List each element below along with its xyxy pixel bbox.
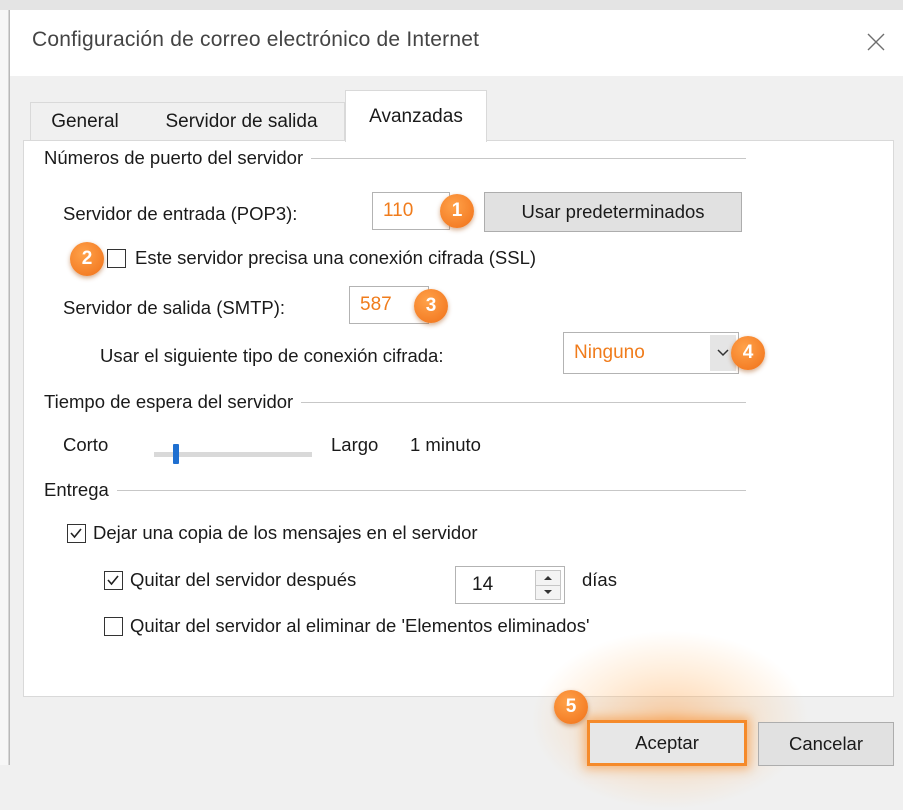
incoming-port-value: 110: [383, 200, 414, 221]
step-badge-1: 1: [440, 194, 474, 228]
days-label: días: [582, 569, 617, 590]
remove-after-days-value: 14: [472, 574, 494, 595]
group-divider: [301, 401, 746, 403]
email-settings-dialog: Configuración de correo electrónico de I…: [9, 10, 903, 810]
close-button[interactable]: [856, 22, 896, 62]
group-divider: [311, 157, 746, 159]
spin-up-icon[interactable]: [536, 571, 560, 586]
incoming-server-label: Servidor de entrada (POP3):: [63, 203, 298, 224]
leave-copy-checkbox[interactable]: [67, 524, 86, 543]
cancel-button[interactable]: Cancelar: [758, 722, 894, 766]
step-badge-5: 5: [554, 690, 588, 724]
ssl-checkbox[interactable]: [107, 249, 126, 268]
tab-outgoing-server[interactable]: Servidor de salida: [139, 102, 345, 141]
timeout-group-title: Tiempo de espera del servidor: [44, 391, 294, 412]
close-icon: [867, 33, 885, 51]
leave-copy-label: Dejar una copia de los mensajes en el se…: [93, 522, 478, 543]
timeout-short-label: Corto: [63, 434, 109, 455]
tab-advanced[interactable]: Avanzadas: [345, 90, 487, 142]
title-bar: Configuración de correo electrónico de I…: [10, 10, 903, 76]
step-badge-3: 3: [414, 289, 448, 323]
outgoing-port-value: 587: [360, 294, 392, 315]
ssl-checkbox-label: Este servidor precisa una conexión cifra…: [135, 247, 537, 268]
timeout-long-label: Largo: [331, 434, 379, 455]
tab-general[interactable]: General: [30, 102, 140, 141]
ports-group-title: Números de puerto del servidor: [44, 147, 304, 168]
encryption-type-value: Ninguno: [574, 342, 645, 363]
remove-deleted-label: Quitar del servidor al eliminar de 'Elem…: [130, 615, 590, 636]
timeout-group-header: Tiempo de espera del servidor: [44, 391, 746, 413]
checkmark-icon: [70, 528, 82, 539]
remove-after-checkbox[interactable]: [104, 571, 123, 590]
timeout-slider-thumb[interactable]: [173, 444, 179, 464]
incoming-port-input[interactable]: 110: [372, 192, 450, 230]
outgoing-server-label: Servidor de salida (SMTP):: [63, 297, 286, 318]
step-badge-4: 4: [731, 336, 765, 370]
timeout-value-label: 1 minuto: [410, 434, 481, 455]
remove-after-label: Quitar del servidor después: [130, 569, 357, 590]
background-window-edge: [0, 10, 9, 765]
remove-after-days-spinner[interactable]: 14: [455, 566, 565, 604]
remove-deleted-checkbox[interactable]: [104, 617, 123, 636]
ports-group-header: Números de puerto del servidor: [44, 147, 746, 169]
spinner-buttons: [535, 570, 561, 600]
step-badge-2: 2: [70, 242, 104, 276]
use-defaults-button[interactable]: Usar predeterminados: [484, 192, 742, 232]
spin-down-icon[interactable]: [536, 585, 560, 599]
group-divider: [116, 489, 746, 491]
delivery-group-title: Entrega: [44, 479, 109, 500]
encryption-type-label: Usar el siguiente tipo de conexión cifra…: [100, 345, 444, 366]
accept-button[interactable]: Aceptar: [587, 720, 747, 766]
encryption-type-select[interactable]: Ninguno: [563, 332, 739, 374]
checkmark-icon: [107, 575, 119, 586]
delivery-group-header: Entrega: [44, 479, 746, 501]
window-title: Configuración de correo electrónico de I…: [32, 28, 480, 51]
